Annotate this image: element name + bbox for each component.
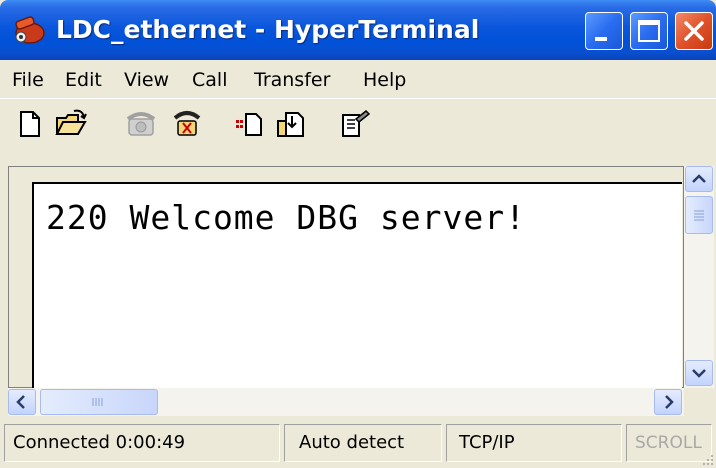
menu-transfer[interactable]: Transfer	[254, 69, 330, 91]
maximize-icon	[638, 20, 660, 42]
menu-call[interactable]: Call	[192, 69, 227, 91]
minimize-icon	[595, 37, 607, 41]
minimize-button[interactable]	[585, 12, 623, 50]
close-button[interactable]	[675, 12, 713, 50]
scroll-right-button[interactable]	[654, 389, 682, 415]
connection-status: Connected 0:00:49	[4, 424, 280, 462]
scroll-up-button[interactable]	[685, 166, 713, 192]
close-icon	[684, 21, 704, 41]
grip-icon	[694, 210, 704, 221]
window-title: LDC_ethernet - HyperTerminal	[56, 15, 480, 44]
open-folder-icon[interactable]	[54, 107, 88, 141]
protocol-status: TCP/IP	[446, 424, 622, 462]
toolbar	[0, 100, 716, 148]
disconnect-icon[interactable]	[170, 107, 204, 141]
new-document-icon[interactable]	[12, 107, 46, 141]
chevron-up-icon	[692, 174, 706, 183]
properties-icon[interactable]	[338, 107, 372, 141]
receive-file-icon[interactable]	[274, 107, 308, 141]
terminal-output: 220 Welcome DBG server!	[46, 198, 526, 237]
grip-icon	[92, 398, 103, 406]
horizontal-scroll-thumb[interactable]	[40, 389, 158, 415]
terminal-screen[interactable]: 220 Welcome DBG server!	[32, 182, 682, 388]
dial-icon[interactable]	[124, 107, 158, 141]
resize-grip-icon[interactable]	[700, 452, 714, 466]
menu-edit[interactable]: Edit	[65, 69, 102, 91]
horizontal-scrollbar[interactable]	[8, 388, 684, 416]
scrollbar-corner	[684, 388, 714, 416]
menu-help[interactable]: Help	[363, 69, 406, 91]
menu-file[interactable]: File	[12, 69, 44, 91]
menu-bar: File Edit View Call Transfer Help	[0, 62, 716, 96]
vertical-scrollbar[interactable]	[684, 166, 714, 388]
send-file-icon[interactable]	[232, 107, 266, 141]
status-bar: Connected 0:00:49 Auto detect TCP/IP SCR…	[0, 418, 716, 468]
title-bar[interactable]: LDC_ethernet - HyperTerminal	[0, 0, 716, 60]
menu-view[interactable]: View	[124, 69, 169, 91]
scroll-down-button[interactable]	[685, 360, 713, 386]
chevron-right-icon	[665, 395, 674, 409]
scroll-left-button[interactable]	[8, 389, 36, 415]
menu-divider	[0, 98, 716, 99]
vertical-scroll-thumb[interactable]	[685, 196, 713, 234]
detect-status: Auto detect	[284, 424, 442, 462]
chevron-left-icon	[16, 395, 25, 409]
hyperterminal-phone-icon[interactable]	[10, 13, 46, 47]
maximize-button[interactable]	[630, 12, 668, 50]
chevron-down-icon	[692, 369, 706, 378]
